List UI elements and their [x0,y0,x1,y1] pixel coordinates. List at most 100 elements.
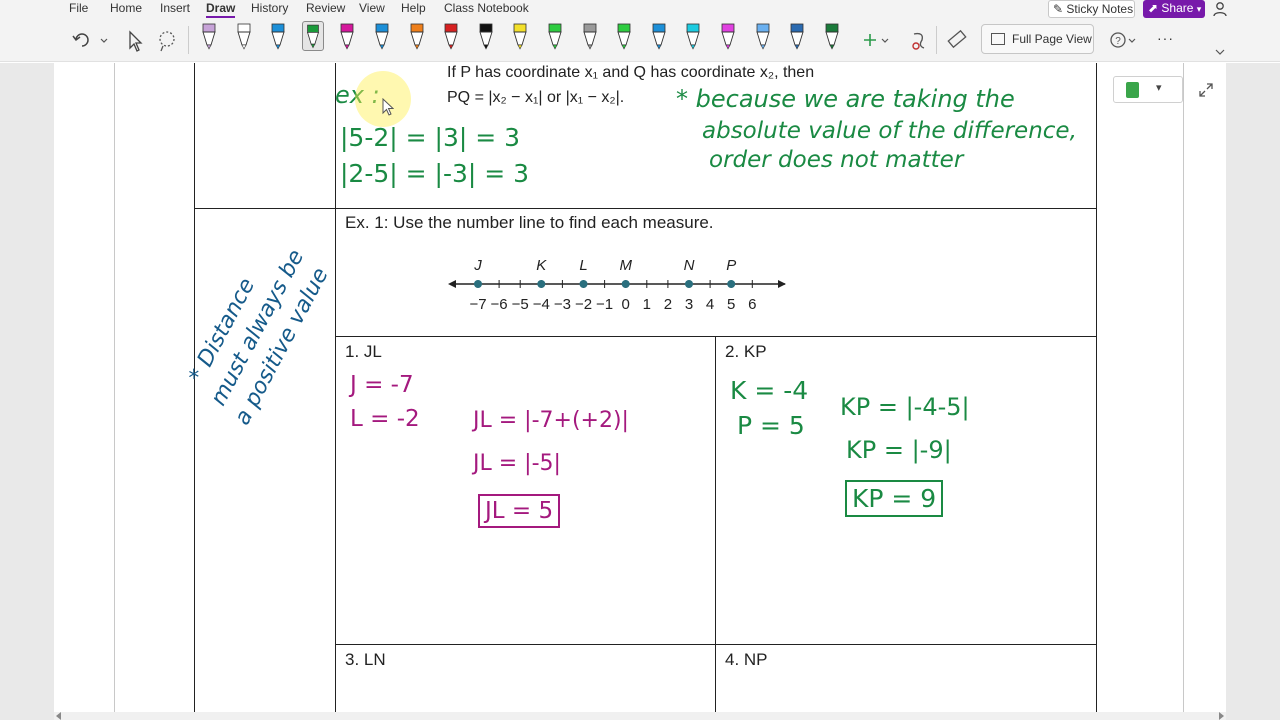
pen-14-icon[interactable] [648,21,670,51]
number-line-tick-label: 5 [727,296,735,313]
menu-help[interactable]: Help [401,1,426,15]
table-border-right [1096,63,1097,720]
number-line-tick-label: −4 [533,296,550,313]
pen-12-icon[interactable] [579,21,601,51]
pen-16-icon[interactable] [717,21,739,51]
scroll-right-icon[interactable] [1219,712,1224,720]
pen-1-icon[interactable] [198,21,220,51]
ink-jl-step-1: JL = |-7+(+2)| [473,408,629,433]
number-line-point-label: P [726,257,736,274]
ink-to-shape-icon[interactable] [908,22,930,58]
ink-kp-step-2: KP = |-9| [846,436,952,464]
undo-dropdown-icon[interactable] [99,22,109,58]
arrow-left-icon [448,280,456,288]
notebook-icon [1126,82,1139,98]
left-margin [0,63,54,720]
collapse-ribbon-icon[interactable] [1214,22,1226,58]
onenote-window: File Home Insert Draw History Review Vie… [0,0,1280,720]
pen-18-icon[interactable] [786,21,808,51]
ink-example-line-2: |2-5| = |-3| = 3 [340,159,530,188]
person-icon[interactable] [1212,1,1228,17]
menu-home[interactable]: Home [110,1,142,15]
problem-3-label: 3. LN [345,650,386,669]
pen-7-icon[interactable] [406,21,428,51]
undo-icon[interactable] [70,22,92,58]
gutter-line [114,63,115,720]
pen-9-icon[interactable] [475,21,497,51]
ink-margin-note: * Distance must always be a positive val… [178,229,339,429]
help-icon[interactable]: ? [1107,22,1137,58]
scroll-left-icon[interactable] [56,712,61,720]
problem-1-label: 1. JL [345,342,382,361]
number-line-tick-label: 0 [622,296,630,313]
ruler-icon[interactable] [946,22,968,58]
number-line-tick-label: 2 [664,296,672,313]
more-options-button[interactable]: ··· [1157,30,1174,46]
pen-3-icon[interactable] [267,21,289,51]
table-row-divider [335,644,1096,645]
number-line-tick-label: 3 [685,296,693,313]
full-page-view-button[interactable]: Full Page View [981,24,1094,54]
pen-13-icon[interactable] [613,21,635,51]
number-line-tick-label: −5 [512,296,529,313]
menu-review[interactable]: Review [306,1,345,15]
menu-history[interactable]: History [251,1,288,15]
number-line-tick-label: −7 [469,296,486,313]
menu-draw[interactable]: Draw [206,1,236,18]
lasso-tool-icon[interactable] [156,22,178,58]
number-line-point-K [537,280,546,288]
ink-because-line-3: order does not matter [709,147,964,173]
full-page-view-icon [991,33,1005,45]
problem-2-label: 2. KP [725,342,767,361]
share-button[interactable]: ⬈ Share ▾ [1143,0,1205,18]
add-pen-icon[interactable] [860,22,892,58]
number-line-tick-label: −3 [554,296,571,313]
table-cell-divider [715,336,716,720]
page-canvas[interactable]: If P has coordinate x₁ and Q has coordin… [0,63,1280,720]
example-1-label: Ex. 1: Use the number line to find each … [345,213,714,232]
gutter-line [1183,63,1184,720]
number-line-point-label: N [684,257,695,274]
pen-19-icon[interactable] [821,21,843,51]
pen-5-icon[interactable] [336,21,358,51]
ink-kp-step-1: KP = |-4-5| [840,393,970,421]
share-label: Share [1161,1,1194,15]
horizontal-scrollbar[interactable] [54,712,1226,720]
number-line-point-L [579,280,588,288]
pen-15-icon[interactable] [682,21,704,51]
share-icon: ⬈ [1148,1,1159,15]
pen-11-icon[interactable] [544,21,566,51]
select-tool-icon[interactable] [126,22,144,58]
menu-file[interactable]: File [69,1,88,15]
sticky-notes-label: Sticky Notes [1066,2,1134,16]
menu-view[interactable]: View [359,1,385,15]
number-line-tick-label: −1 [596,296,613,313]
pen-6-icon[interactable] [371,21,393,51]
number-line-point-N [685,280,693,288]
number-line-point-label: L [579,257,587,274]
pen-10-icon[interactable] [509,21,531,51]
pen-17-icon[interactable] [752,21,774,51]
number-line-point-M [621,280,630,288]
pen-4-icon[interactable] [301,21,324,51]
definition-line-2: PQ = |x₂ − x₁| or |x₁ − x₂|. [447,89,625,106]
sticky-notes-button[interactable]: ✎ Sticky Notes [1048,0,1135,18]
ink-jl-answer: JL = 5 [478,494,561,528]
number-line-tick-label: 6 [748,296,756,313]
expand-icon[interactable] [1198,82,1214,98]
ribbon-divider [936,26,937,54]
draw-ribbon: Full Page View ? ··· [0,18,1280,62]
number-line-point-label: K [536,257,547,274]
number-line-point-P [727,280,736,288]
pen-8-icon[interactable] [440,21,462,51]
ink-kp-k-value: K = -4 [730,376,809,405]
number-line: −7 −6 −5 −4 −3 −2 −1 0 1 2 3 4 5 6 J K L M N P [448,257,786,313]
ink-because-line-1: * because we are taking the [676,85,1015,113]
notebook-selector[interactable]: ▾ [1113,76,1183,103]
ink-example-line-1: |5-2| = |3| = 3 [340,123,521,152]
pen-2-icon[interactable] [233,21,255,51]
ink-jl-l-value: L = -2 [350,406,420,432]
right-margin [1226,63,1280,720]
menu-insert[interactable]: Insert [160,1,190,15]
menu-class-notebook[interactable]: Class Notebook [444,1,529,15]
